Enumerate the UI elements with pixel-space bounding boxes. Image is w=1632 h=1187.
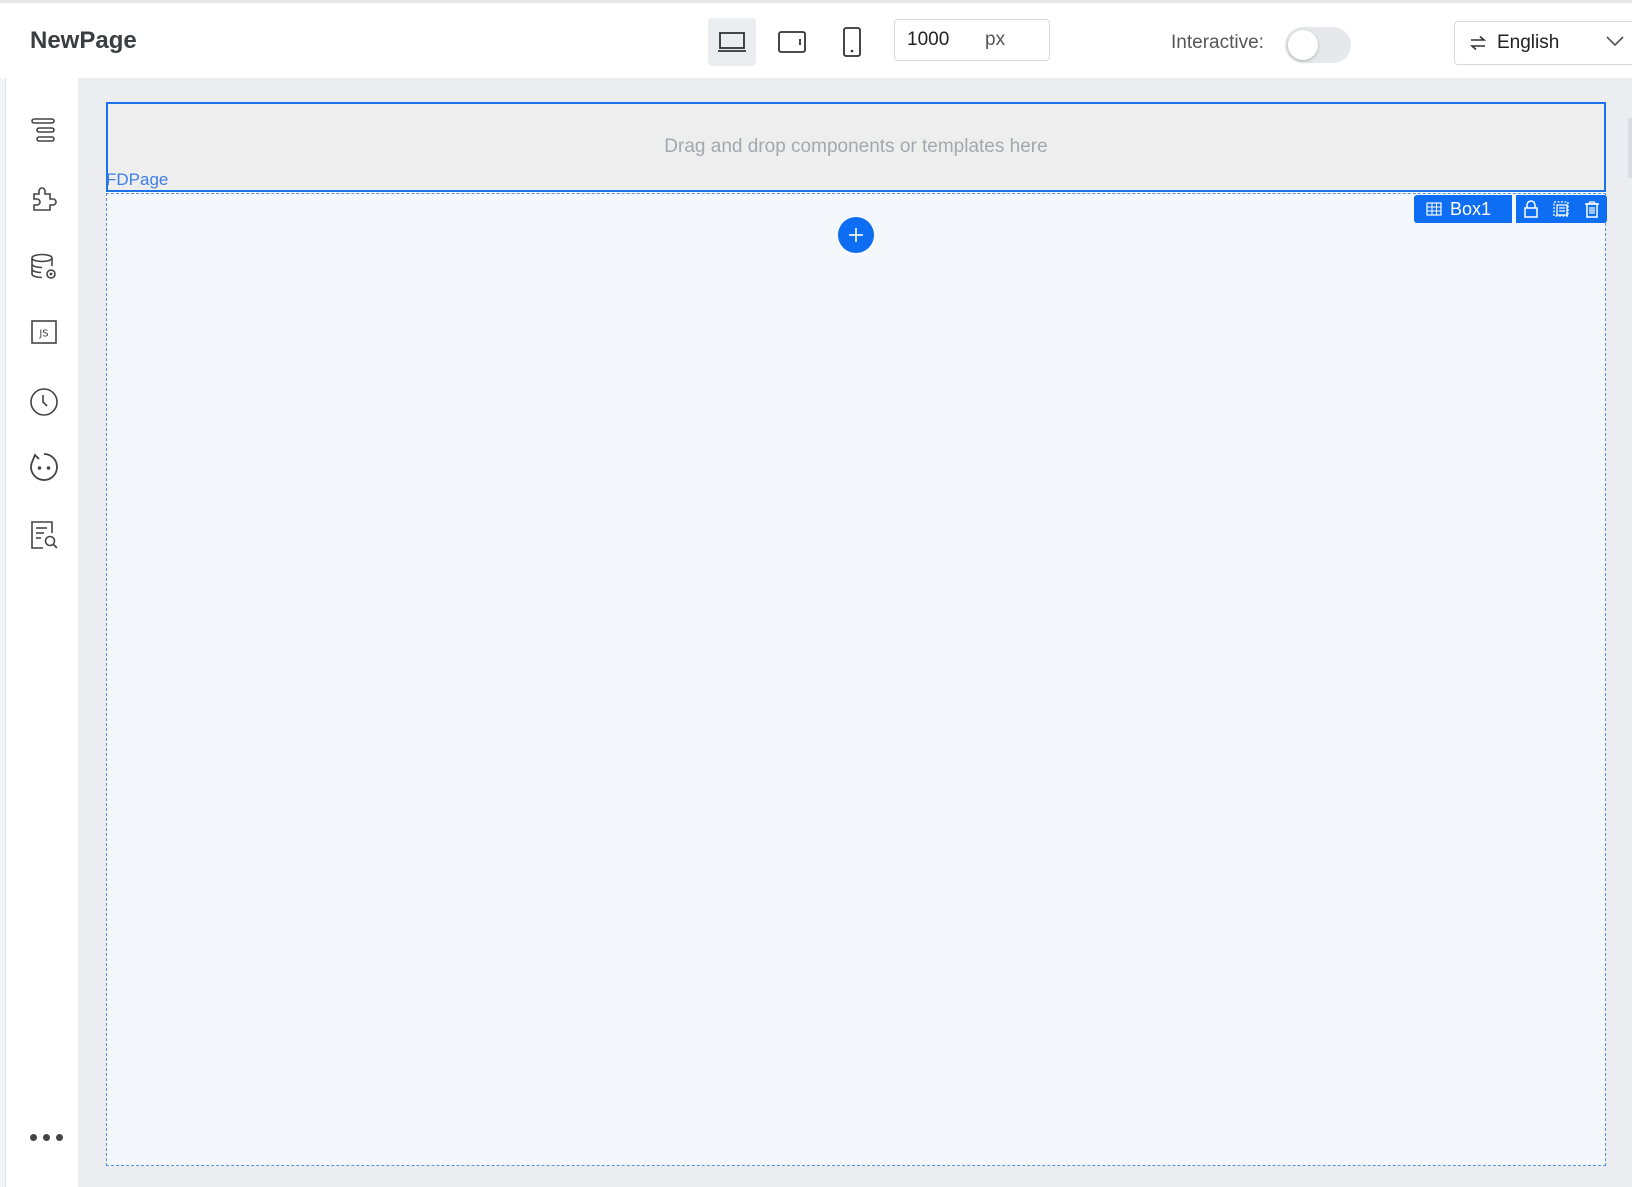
mobile-icon [843,27,861,57]
left-sidebar: JS [6,78,78,1187]
page-component-label[interactable]: FDPage [106,170,168,190]
canvas-width-input[interactable] [907,29,977,51]
dot [56,1134,63,1141]
svg-text:JS: JS [38,329,48,340]
desktop-view-button[interactable] [708,18,756,66]
language-value: English [1497,32,1560,53]
datasource-icon [31,253,56,279]
delete-icon[interactable] [1584,200,1600,218]
tablet-icon [778,31,806,53]
selected-box-tag[interactable]: Box1 [1414,195,1512,223]
swap-icon [1469,35,1487,51]
sidebar-item-datasource[interactable] [26,249,62,285]
add-component-button[interactable] [838,217,874,253]
tablet-view-button[interactable] [768,18,816,66]
plus-icon [849,228,863,242]
language-select[interactable]: English [1454,21,1632,65]
dot [30,1134,37,1141]
lock-icon[interactable] [1523,200,1539,218]
page-inspect-icon [31,521,58,549]
chevron-down-icon [1605,34,1625,48]
sidebar-item-history[interactable] [26,384,62,420]
dot [43,1134,50,1141]
box-container[interactable] [106,193,1606,1166]
more-icon[interactable] [30,1134,63,1141]
canvas-width-field: px [894,19,1050,61]
outline-icon [31,118,55,142]
header-dropzone[interactable]: Drag and drop components or templates he… [106,102,1606,192]
history-icon [30,388,58,416]
interactive-toggle[interactable] [1285,27,1351,63]
copy-icon[interactable] [1552,200,1570,218]
sidebar-item-inspect[interactable] [26,517,62,553]
components-icon [33,187,57,211]
ai-assistant-icon [30,453,58,481]
top-toolbar: NewPage px Interactive: Engli [0,0,1632,78]
box-action-bar [1516,195,1607,223]
page-title: NewPage [30,27,137,54]
right-panel-edge [1628,118,1632,178]
interactive-label: Interactive: [1171,32,1264,53]
table-icon [1426,202,1442,216]
width-unit-label: px [985,29,1006,50]
drop-hint-text: Drag and drop components or templates he… [664,136,1048,157]
js-icon: JS [31,320,57,344]
mobile-view-button[interactable] [828,18,876,66]
sidebar-item-js[interactable]: JS [26,314,62,350]
desktop-icon [718,32,746,52]
sidebar-item-outline[interactable] [26,112,62,148]
selected-box-label: Box1 [1450,198,1492,219]
toggle-knob [1288,30,1318,60]
sidebar-item-components[interactable] [26,181,62,217]
sidebar-item-assistant[interactable] [26,449,62,485]
